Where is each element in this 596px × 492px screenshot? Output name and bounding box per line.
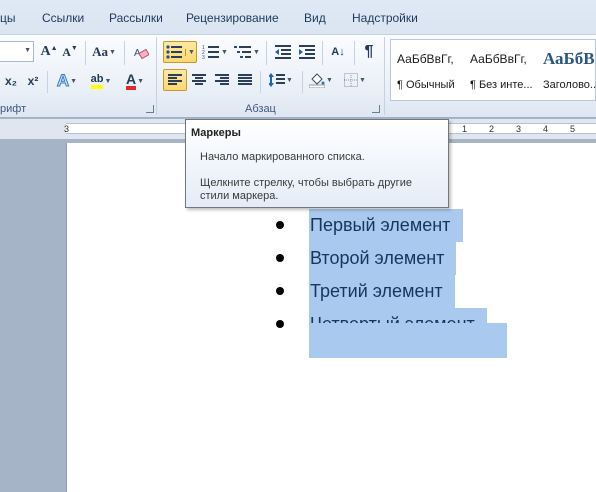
chevron-down-icon: ▼ [253, 48, 260, 56]
font-dialog-launcher-icon[interactable] [146, 105, 154, 113]
justify-button[interactable] [234, 69, 256, 91]
divider [354, 41, 355, 65]
bullet-icon [276, 287, 284, 295]
style-no-spacing[interactable]: АаБбВвГг, ¶ Без инте... [464, 40, 536, 100]
styles-gallery: АаБбВвГг, ¶ Обычный АаБбВвГг, ¶ Без инте… [390, 39, 596, 101]
bullet-icon [276, 254, 284, 262]
chevron-down-icon: ▼ [359, 76, 366, 84]
line-spacing-button[interactable]: ▼ [266, 69, 296, 91]
multilevel-list-button[interactable]: ▼ [232, 41, 262, 63]
svg-text:3: 3 [202, 55, 205, 60]
bullets-icon [166, 45, 183, 59]
paragraph-dialog-launcher-icon[interactable] [372, 105, 380, 113]
line-spacing-icon [269, 73, 286, 87]
chevron-down-icon: ▼ [108, 48, 116, 56]
ruler-number: 3 [64, 124, 70, 134]
tab-mailings[interactable]: Рассылки [109, 11, 163, 25]
decrease-indent-button[interactable] [272, 41, 294, 63]
group-divider [156, 37, 157, 115]
align-left-icon [168, 74, 182, 85]
align-left-button[interactable] [163, 69, 187, 91]
font-size-box[interactable]: ▼ [0, 41, 34, 62]
ruler-number: 1 [462, 124, 468, 134]
bullet-icon [276, 221, 284, 229]
numbering-button[interactable]: 1 2 3 ▼ [200, 41, 230, 63]
font-color-button[interactable]: A ▼ [120, 71, 150, 91]
decrease-indent-icon [275, 45, 291, 59]
bullets-tooltip: Маркеры Начало маркированного списка. Ще… [185, 119, 449, 208]
align-right-button[interactable] [211, 69, 233, 91]
ruler-number: 5 [570, 124, 576, 134]
ribbon: ▼ A ▲ A ▼ Aa ▼ A x₂ x² A ▼ ab ▼ A ▼ рифт ▼ 1 2 [0, 34, 596, 118]
shading-button[interactable]: ▼ [306, 69, 336, 91]
shrink-font-button[interactable]: A ▼ [60, 42, 80, 62]
numbering-icon: 1 2 3 [202, 45, 220, 60]
borders-button[interactable]: ▼ [340, 69, 370, 91]
style-heading-1[interactable]: АаБбВ Заголово... [537, 40, 596, 100]
group-divider [384, 37, 385, 115]
bullet-icon [276, 320, 284, 328]
divider [47, 71, 48, 93]
clear-formatting-icon: A [134, 48, 149, 60]
increase-indent-icon [299, 45, 315, 59]
tooltip-hint-continued: стили маркера. [200, 190, 279, 202]
tab-view[interactable]: Вид [304, 11, 326, 25]
paragraph-group-label: Абзац [245, 103, 276, 115]
divider [266, 41, 267, 65]
multilevel-list-icon [234, 46, 252, 58]
shrink-arrow-icon: ▼ [70, 44, 78, 52]
tab-add-ins[interactable]: Надстройки [352, 11, 418, 25]
clear-formatting-button[interactable]: A [130, 42, 152, 62]
paint-bucket-icon [309, 73, 326, 88]
justify-icon [238, 74, 252, 85]
tab-home[interactable]: цы [0, 11, 16, 25]
chevron-down-icon: ▼ [70, 77, 78, 85]
style-normal[interactable]: АаБбВвГг, ¶ Обычный [391, 40, 463, 100]
increase-indent-button[interactable] [296, 41, 318, 63]
divider [260, 71, 261, 93]
chevron-down-icon: ▼ [326, 76, 333, 84]
change-case-button[interactable]: Aa ▼ [90, 42, 118, 62]
chevron-down-icon: ▼ [104, 77, 112, 85]
selection-highlight [309, 323, 507, 358]
highlight-button[interactable]: ab ▼ [86, 71, 116, 91]
show-formatting-marks-button[interactable]: ¶ [358, 41, 380, 63]
divider [302, 71, 303, 93]
list-item[interactable]: Второй элемент [67, 242, 596, 275]
list-item[interactable]: Первый элемент [67, 209, 596, 242]
align-center-button[interactable] [188, 69, 210, 91]
tooltip-hint: Щелкните стрелку, чтобы выбрать другие [200, 177, 412, 189]
chevron-down-icon: ▼ [137, 77, 145, 85]
grow-arrow-icon: ▲ [50, 44, 58, 52]
align-center-icon [192, 74, 206, 85]
sort-button[interactable]: A↓ [326, 41, 350, 63]
chevron-down-icon: ▼ [286, 76, 293, 84]
tab-review[interactable]: Рецензирование [186, 11, 279, 25]
align-right-icon [215, 74, 229, 85]
chevron-down-icon: ▼ [221, 48, 228, 56]
superscript-button[interactable]: x² [24, 71, 42, 91]
divider [322, 41, 323, 65]
divider [85, 41, 86, 65]
text-effects-button[interactable]: A ▼ [54, 71, 80, 91]
tooltip-title: Маркеры [191, 127, 241, 139]
divider [124, 41, 125, 65]
ruler-number: 3 [516, 124, 522, 134]
list-item[interactable]: Третий элемент [67, 275, 596, 308]
ruler-number: 4 [543, 124, 549, 134]
borders-icon [344, 73, 359, 87]
font-group-label: рифт [0, 103, 27, 115]
menu-tab-bar: цы Ссылки Рассылки Рецензирование Вид На… [0, 0, 596, 34]
tooltip-description: Начало маркированного списка. [200, 151, 365, 163]
tab-references[interactable]: Ссылки [42, 11, 84, 25]
chevron-down-icon[interactable]: ▼ [185, 48, 195, 56]
subscript-button[interactable]: x₂ [2, 71, 20, 91]
bullets-button[interactable]: ▼ [163, 41, 197, 63]
ruler-number: 2 [489, 124, 495, 134]
chevron-down-icon: ▼ [24, 47, 31, 54]
grow-font-button[interactable]: A ▲ [38, 42, 60, 62]
